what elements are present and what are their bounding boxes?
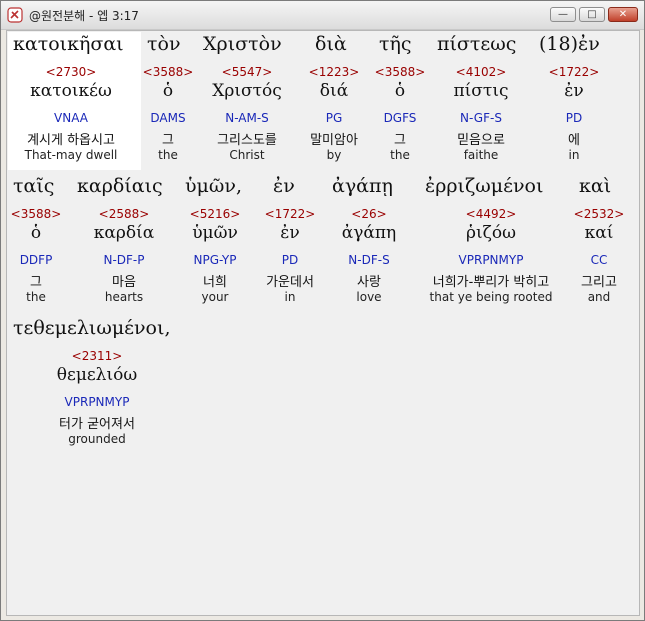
greek-word[interactable]: καὶ — [579, 175, 611, 197]
strong-number-link[interactable]: <2311> — [7, 349, 187, 363]
korean-gloss[interactable]: 그리고 — [509, 271, 645, 290]
english-gloss[interactable]: grounded — [7, 432, 187, 446]
minimize-icon: — — [558, 9, 568, 20]
english-gloss[interactable]: in — [484, 148, 645, 162]
greek-word[interactable]: ἐν — [273, 175, 295, 197]
greek-word[interactable]: καρδίαις — [77, 175, 163, 197]
lemma-word[interactable]: καί — [509, 223, 645, 243]
greek-word[interactable]: (18)ἐν — [539, 33, 600, 55]
korean-gloss[interactable]: 터가 굳어져서 — [7, 413, 187, 432]
greek-word[interactable]: ἐρριζωμένοι — [425, 175, 543, 197]
greek-word[interactable]: κατοικῆσαι — [13, 33, 124, 55]
greek-word[interactable]: τῆς — [379, 33, 412, 55]
english-gloss[interactable]: and — [509, 290, 645, 304]
greek-word[interactable]: τὸν — [147, 33, 181, 55]
strong-number-link[interactable]: <1722> — [484, 65, 645, 79]
greek-word[interactable]: ταῖς — [13, 175, 54, 197]
close-icon: ✕ — [618, 9, 628, 20]
window-title: @원전분해 - 엡 3:17 — [29, 9, 139, 23]
title-bar[interactable]: @원전분해 - 엡 3:17 — □ ✕ — [1, 1, 644, 30]
lemma-word[interactable]: θεμελιόω — [7, 365, 187, 385]
lemma-word[interactable]: ἐν — [484, 81, 645, 101]
strong-number-link[interactable]: <2532> — [509, 207, 645, 221]
app-window: @원전분해 - 엡 3:17 — □ ✕ κατοικῆσαι <2730> κατ… — [0, 0, 645, 621]
greek-word[interactable]: Χριστὸν — [203, 33, 282, 55]
korean-gloss[interactable]: 에 — [484, 129, 645, 148]
close-button[interactable]: ✕ — [608, 7, 638, 22]
greek-word[interactable]: διὰ — [315, 33, 347, 55]
greek-word[interactable]: ὑμῶν, — [185, 175, 242, 197]
greek-word[interactable]: τεθεμελιωμένοι, — [13, 317, 170, 339]
morphology-code[interactable]: VPRPNMYP — [7, 395, 187, 409]
maximize-icon: □ — [587, 9, 597, 20]
app-icon — [7, 7, 23, 23]
morphology-code[interactable]: CC — [509, 253, 645, 267]
greek-word[interactable]: πίστεως — [437, 33, 516, 55]
minimize-button[interactable]: — — [550, 7, 576, 22]
interlinear-panel[interactable]: κατοικῆσαι <2730> κατοικέω VNAA 계시게 하옵시고 That… — [6, 30, 640, 616]
maximize-button[interactable]: □ — [579, 7, 605, 22]
morphology-code[interactable]: PD — [484, 111, 645, 125]
greek-word[interactable]: ἀγάπῃ — [332, 175, 393, 197]
